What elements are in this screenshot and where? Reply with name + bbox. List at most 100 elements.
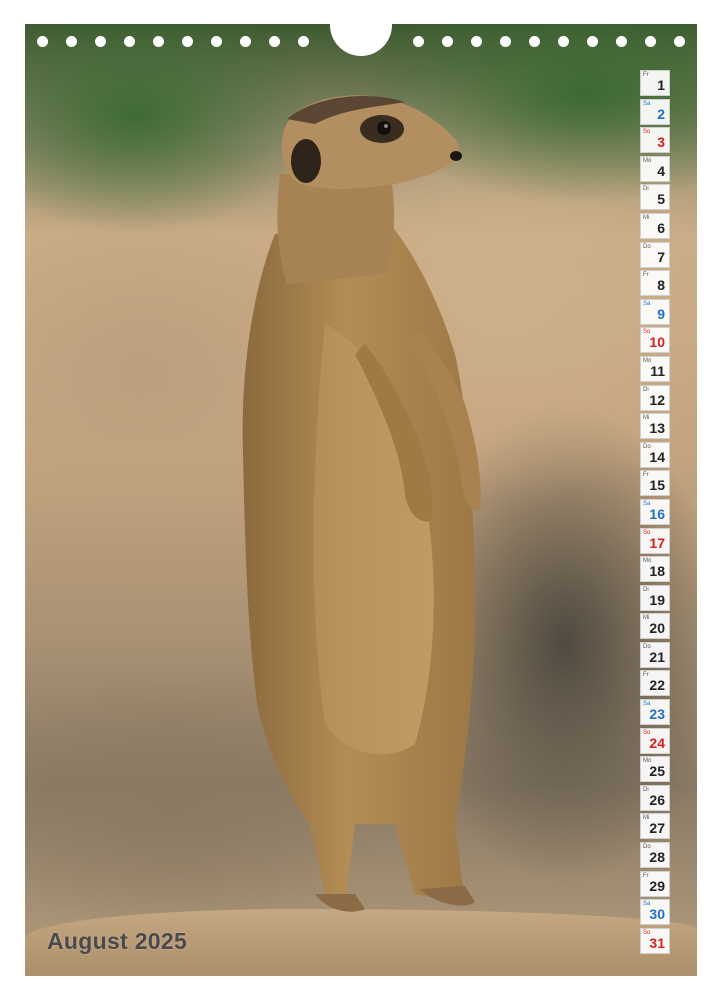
- day-cell: Di 19: [640, 584, 670, 611]
- day-cell: Mi 6: [640, 212, 670, 239]
- day-number: 16: [649, 505, 665, 522]
- day-number: 2: [657, 105, 665, 122]
- binding-hole: [616, 36, 627, 47]
- binding-hole: [66, 36, 77, 47]
- weekday-label: Di: [643, 386, 649, 393]
- weekday-label: Sa: [643, 300, 651, 307]
- binding-hole: [413, 36, 424, 47]
- day-cell: So 24: [640, 727, 670, 754]
- weekday-label: So: [643, 129, 651, 136]
- day-number: 21: [649, 648, 665, 665]
- day-cell: Fr 8: [640, 270, 670, 297]
- weekday-label: Fr: [643, 872, 649, 879]
- day-number: 31: [649, 934, 665, 951]
- binding-hole: [153, 36, 164, 47]
- day-cell: Mo 11: [640, 355, 670, 382]
- weekday-label: Do: [643, 243, 651, 250]
- weekday-label: Mi: [643, 415, 650, 422]
- day-number: 11: [650, 362, 665, 379]
- day-cell: Do 21: [640, 641, 670, 668]
- day-number: 9: [657, 305, 665, 322]
- weekday-label: Di: [643, 186, 649, 193]
- weekday-label: Mi: [643, 815, 650, 822]
- day-number: 5: [657, 191, 665, 208]
- day-cell: Fr 29: [640, 870, 670, 897]
- day-number: 15: [649, 477, 665, 494]
- day-number: 25: [649, 763, 665, 780]
- day-number: 7: [657, 248, 665, 265]
- day-cell: So 31: [640, 927, 670, 954]
- day-cell: Sa 2: [640, 98, 670, 125]
- day-number: 19: [649, 591, 665, 608]
- day-cell: Mo 25: [640, 756, 670, 783]
- day-cell: Sa 23: [640, 699, 670, 726]
- day-number: 24: [649, 734, 665, 751]
- day-cell: Fr 22: [640, 670, 670, 697]
- weekday-label: Mi: [643, 214, 650, 221]
- binding-hole: [298, 36, 309, 47]
- day-number: 17: [649, 534, 665, 551]
- weekday-label: Fr: [643, 472, 649, 479]
- day-cell: So 3: [640, 127, 670, 154]
- day-number: 4: [657, 162, 665, 179]
- day-number: 29: [649, 877, 665, 894]
- weekday-label: Mo: [643, 157, 652, 164]
- day-cell: Sa 9: [640, 298, 670, 325]
- weekday-label: Mi: [643, 615, 650, 622]
- day-cell: So 10: [640, 327, 670, 354]
- weekday-label: Fr: [643, 72, 649, 78]
- binding-hole: [442, 36, 453, 47]
- day-number: 1: [657, 77, 665, 93]
- day-number: 14: [649, 448, 665, 465]
- day-number: 23: [649, 706, 665, 723]
- binding-hole: [674, 36, 685, 47]
- day-number: 13: [649, 420, 665, 437]
- day-cell: Di 26: [640, 784, 670, 811]
- day-cell: Mo 4: [640, 155, 670, 182]
- day-number: 10: [649, 334, 665, 351]
- day-cell: Mi 20: [640, 613, 670, 640]
- day-column: Fr 1 Sa 2 So 3 Mo 4 Di 5 Mi 6 Do 7 Fr 8 Sa 9 So 10 Mo 11 Di 12 M…: [640, 70, 672, 956]
- binding-holes: [25, 10, 697, 60]
- binding-hole: [182, 36, 193, 47]
- month-title: August 2025: [47, 928, 188, 954]
- binding-hole: [529, 36, 540, 47]
- day-number: 22: [649, 677, 665, 694]
- binding-hole: [124, 36, 135, 47]
- binding-hole: [240, 36, 251, 47]
- day-number: 18: [649, 563, 665, 580]
- weekday-label: Di: [643, 786, 649, 793]
- binding-hole: [37, 36, 48, 47]
- day-number: 8: [657, 277, 665, 294]
- day-cell: Fr 15: [640, 470, 670, 497]
- meerkat-photo: [242, 95, 481, 912]
- day-cell: Mi 13: [640, 413, 670, 440]
- day-cell: Sa 16: [640, 498, 670, 525]
- day-number: 12: [649, 391, 665, 408]
- day-cell: Sa 30: [640, 899, 670, 926]
- calendar-photo: [25, 24, 697, 976]
- day-cell: Do 14: [640, 441, 670, 468]
- day-number: 30: [649, 906, 665, 923]
- weekday-label: Fr: [643, 272, 649, 279]
- day-cell: Mo 18: [640, 556, 670, 583]
- weekday-label: Sa: [643, 100, 651, 107]
- day-cell: Fr 1: [640, 70, 670, 96]
- day-cell: Do 28: [640, 842, 670, 869]
- weekday-label: Di: [643, 586, 649, 593]
- binding-hole: [211, 36, 222, 47]
- binding-hole: [558, 36, 569, 47]
- binding-hole: [95, 36, 106, 47]
- day-number: 28: [649, 849, 665, 866]
- weekday-label: Fr: [643, 672, 649, 679]
- binding-hole: [587, 36, 598, 47]
- day-cell: Di 12: [640, 384, 670, 411]
- binding-hole: [471, 36, 482, 47]
- day-number: 20: [649, 620, 665, 637]
- day-number: 3: [657, 134, 665, 151]
- binding-hole: [645, 36, 656, 47]
- binding-hole: [269, 36, 280, 47]
- day-cell: Di 5: [640, 184, 670, 211]
- day-cell: Mi 27: [640, 813, 670, 840]
- day-cell: So 17: [640, 527, 670, 554]
